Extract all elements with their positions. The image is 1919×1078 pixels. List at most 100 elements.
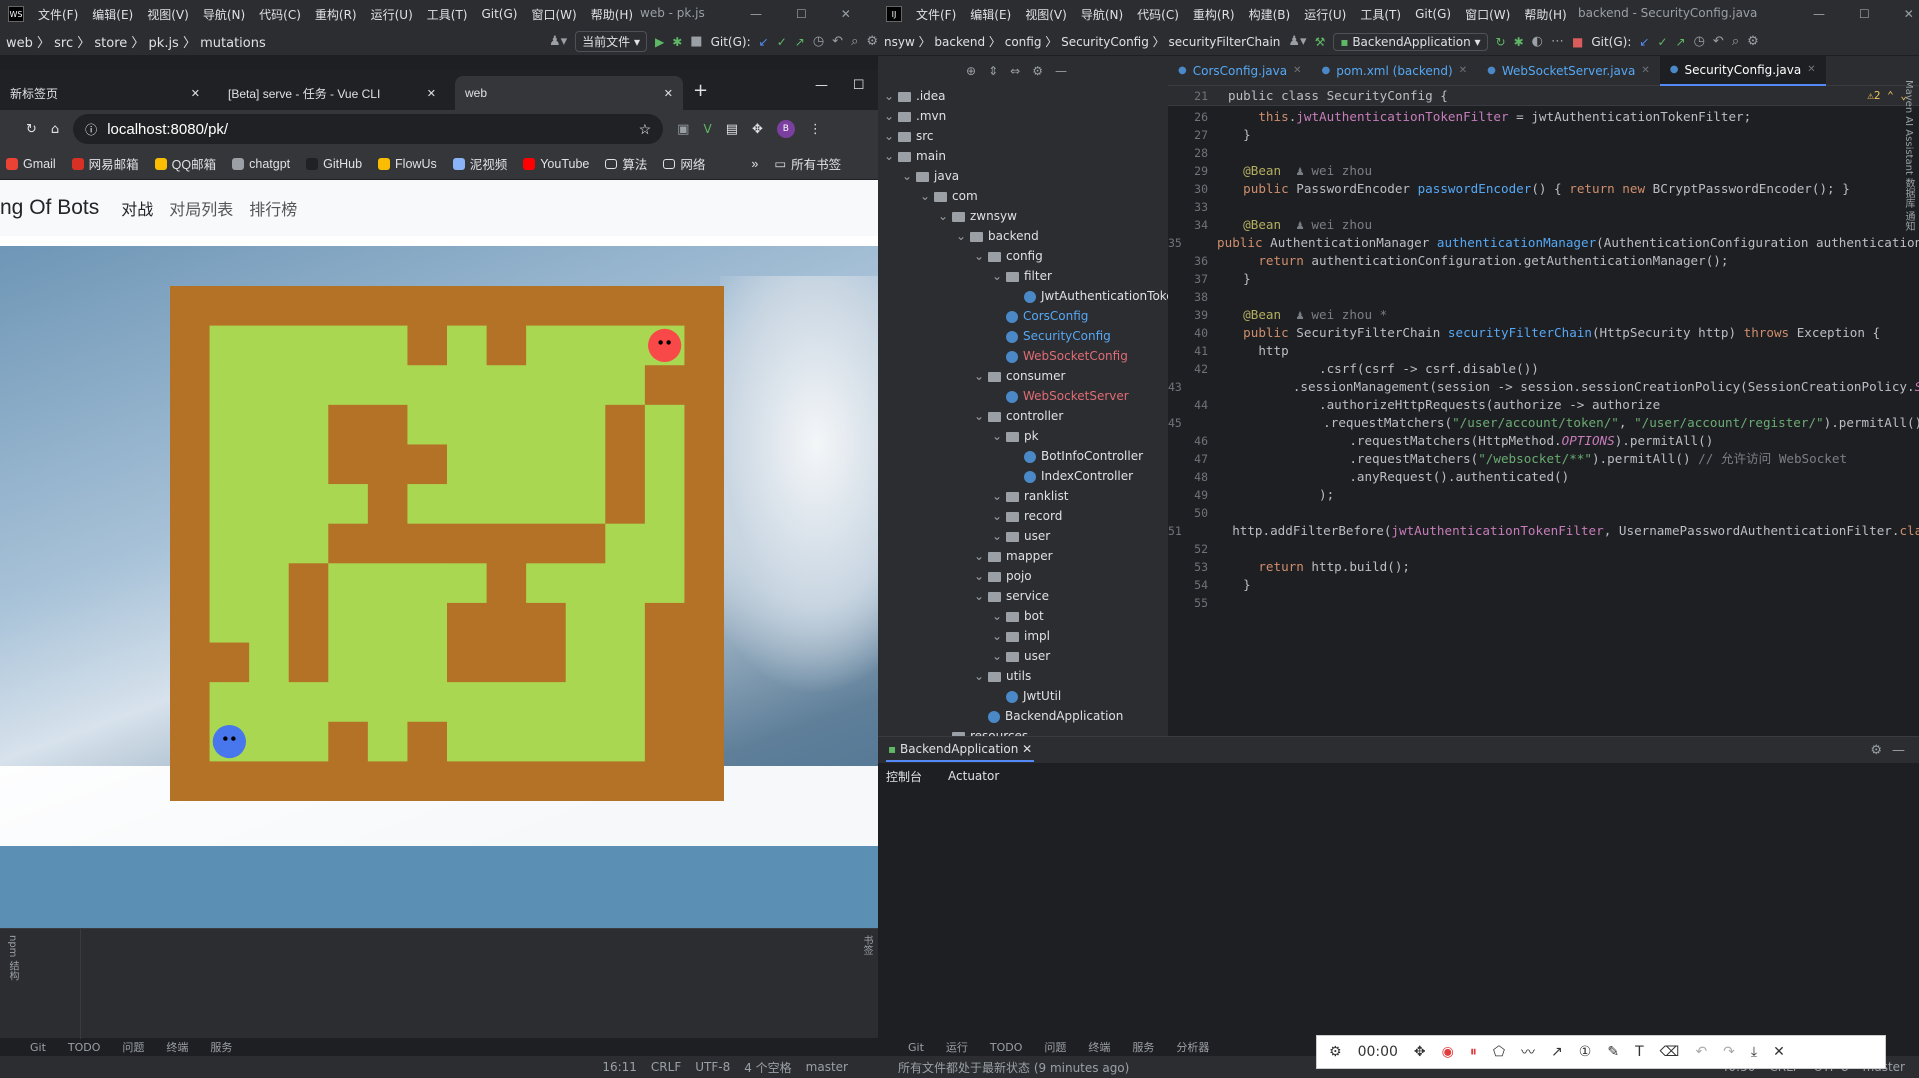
eraser-icon[interactable]: ⌫ (1660, 1044, 1680, 1060)
tree-chevron-icon[interactable]: ⌄ (992, 626, 1006, 646)
url-text[interactable]: localhost:8080/pk/ (107, 121, 228, 138)
screenshot-icon[interactable]: ▤ (726, 122, 738, 137)
bookmark-star-icon[interactable]: ☆ (639, 121, 652, 138)
pen-icon[interactable]: ✎ (1607, 1044, 1619, 1060)
left-breadcrumb[interactable]: web 〉 src 〉 store 〉 pk.js 〉 mutations (6, 32, 266, 51)
tree-node[interactable]: BotInfoController (878, 446, 1168, 466)
bottom-tab[interactable]: Git (908, 1041, 924, 1054)
editor-tab[interactable]: ● pom.xml (backend) ✕ (1312, 56, 1478, 86)
code-line[interactable]: 36 return authenticationConfiguration.ge… (1168, 252, 1919, 270)
tree-node[interactable]: WebSocketConfig (878, 346, 1168, 366)
tree-node[interactable]: ⌄ bot (878, 606, 1168, 626)
tab-close-icon[interactable]: ✕ (1807, 64, 1815, 75)
tree-node[interactable]: ⌄ filter (878, 266, 1168, 286)
vue-devtools-icon[interactable]: V (703, 122, 711, 136)
code-line[interactable]: 29 @Bean ♟ wei zhou (1168, 162, 1919, 180)
tree-chevron-icon[interactable]: ⌄ (920, 186, 934, 206)
tree-chevron-icon[interactable]: ⌄ (884, 106, 898, 126)
tree-chevron-icon[interactable]: ⌄ (992, 606, 1006, 626)
menu-item[interactable]: 运行(U) (1304, 6, 1346, 23)
menu-item[interactable]: 导航(N) (203, 6, 245, 23)
code-line[interactable]: 46 .requestMatchers(HttpMethod.OPTIONS).… (1168, 432, 1919, 450)
tree-node[interactable]: ⌄ pojo (878, 566, 1168, 586)
code-line[interactable]: 51 http.addFilterBefore(jwtAuthenticatio… (1168, 522, 1919, 540)
tab-close-icon[interactable]: ✕ (1641, 65, 1649, 76)
tab-close-icon[interactable]: ✕ (427, 87, 436, 100)
run-icon[interactable]: ▶ (655, 35, 664, 49)
bottom-tab[interactable]: 终端 (1088, 1039, 1110, 1055)
rollback-icon[interactable]: ↶ (1713, 34, 1724, 49)
bookmarks-overflow-icon[interactable]: » (751, 157, 758, 171)
bottom-tab[interactable]: TODO (68, 1041, 101, 1054)
editor-tab[interactable]: ● CorsConfig.java ✕ (1168, 56, 1312, 86)
tree-chevron-icon[interactable]: ⌄ (992, 526, 1006, 546)
code-line[interactable]: 48 .anyRequest().authenticated() (1168, 468, 1919, 486)
coverage-icon[interactable]: ◐ (1532, 34, 1543, 49)
user-icon[interactable]: ♟▾ (1288, 34, 1306, 49)
tree-node[interactable]: ⌄ config (878, 246, 1168, 266)
all-bookmarks[interactable]: ▭ 所有书签 (774, 154, 841, 173)
tree-chevron-icon[interactable]: ⌄ (974, 366, 988, 386)
tree-node[interactable]: JwtUtil (878, 686, 1168, 706)
editor-tab[interactable]: ● WebSocketServer.java ✕ (1477, 56, 1660, 86)
code-line[interactable]: 50 (1168, 504, 1919, 522)
browser-tab[interactable]: [Beta] serve - 任务 - Vue CLI ✕ (218, 76, 446, 110)
bottom-tab[interactable]: 服务 (1132, 1039, 1154, 1055)
indent[interactable]: 4 个空格 (744, 1059, 791, 1076)
tree-node[interactable]: ⌄ controller (878, 406, 1168, 426)
tree-node[interactable]: CorsConfig (878, 306, 1168, 326)
git-branch[interactable]: master (806, 1060, 848, 1074)
tree-chevron-icon[interactable]: ⌄ (884, 86, 898, 106)
tree-node[interactable]: BackendApplication (878, 706, 1168, 726)
bottom-tab[interactable]: 问题 (122, 1039, 144, 1055)
bookmark-item[interactable]: FlowUs (378, 157, 437, 171)
menu-item[interactable]: 工具(T) (1360, 6, 1401, 23)
code-line[interactable]: 44 .authorizeHttpRequests(authorize -> a… (1168, 396, 1919, 414)
run-subtab[interactable]: Actuator (948, 769, 999, 783)
nav-link[interactable]: 对局列表 (169, 196, 233, 220)
tree-chevron-icon[interactable]: ⌄ (938, 206, 952, 226)
minimize-icon[interactable]: — (750, 7, 762, 21)
tree-node[interactable]: ⌄ main (878, 146, 1168, 166)
nav-link[interactable]: 排行榜 (249, 196, 297, 220)
shape-icon[interactable]: ⬠ (1493, 1044, 1505, 1060)
brand-title[interactable]: ng Of Bots (0, 196, 99, 220)
address-bar[interactable]: ⓘ localhost:8080/pk/ ☆ (73, 114, 664, 144)
code-line[interactable]: 37 } (1168, 270, 1919, 288)
record-stop-icon[interactable]: ◉ (1442, 1044, 1454, 1060)
browser-tab[interactable]: web ✕ (455, 76, 683, 110)
tree-chevron-icon[interactable]: ⌄ (884, 146, 898, 166)
new-tab-icon[interactable]: + (693, 80, 708, 101)
settings-icon[interactable]: ⚙ (866, 34, 878, 49)
menu-item[interactable]: 运行(U) (371, 6, 413, 23)
tree-chevron-icon[interactable]: ⌄ (992, 506, 1006, 526)
pause-icon[interactable]: ⏸ (1470, 1044, 1477, 1060)
tree-node[interactable]: ⌄ user (878, 646, 1168, 666)
cursor-position[interactable]: 16:11 (602, 1060, 637, 1074)
menu-item[interactable]: 帮助(H) (1524, 6, 1566, 23)
move-icon[interactable]: ✥ (1414, 1044, 1426, 1060)
menu-item[interactable]: 编辑(E) (970, 6, 1011, 23)
extension-icon[interactable]: ▣ (677, 122, 689, 137)
code-line[interactable]: 30 public PasswordEncoder passwordEncode… (1168, 180, 1919, 198)
tree-chevron-icon[interactable]: ⌄ (974, 406, 988, 426)
code-line[interactable]: 52 (1168, 540, 1919, 558)
tab-close-icon[interactable]: ✕ (191, 87, 200, 100)
bottom-tab[interactable]: 问题 (1044, 1039, 1066, 1055)
tree-chevron-icon[interactable]: ⌄ (938, 726, 952, 736)
tree-node[interactable]: ⌄ impl (878, 626, 1168, 646)
git-commit-icon[interactable]: ✓ (777, 35, 787, 49)
code-line[interactable]: 53 return http.build(); (1168, 558, 1919, 576)
code-line[interactable]: 47 .requestMatchers("/websocket/**").per… (1168, 450, 1919, 468)
menu-item[interactable]: Git(G) (1415, 7, 1451, 21)
bottom-tab[interactable]: 终端 (166, 1039, 188, 1055)
right-breadcrumb[interactable]: nsyw 〉 backend 〉 config 〉 SecurityConfig… (884, 33, 1280, 50)
number-icon[interactable]: ① (1579, 1044, 1592, 1060)
git-push-icon[interactable]: ↗ (1676, 35, 1686, 49)
options-icon[interactable]: ⚙ (1032, 64, 1043, 78)
tree-chevron-icon[interactable]: ⌄ (902, 166, 916, 186)
encoding[interactable]: UTF-8 (695, 1060, 730, 1074)
maximize-icon[interactable]: ☐ (1859, 7, 1870, 21)
bookmark-item[interactable]: chatgpt (232, 157, 290, 171)
code-line[interactable]: 43 .sessionManagement(session -> session… (1168, 378, 1919, 396)
